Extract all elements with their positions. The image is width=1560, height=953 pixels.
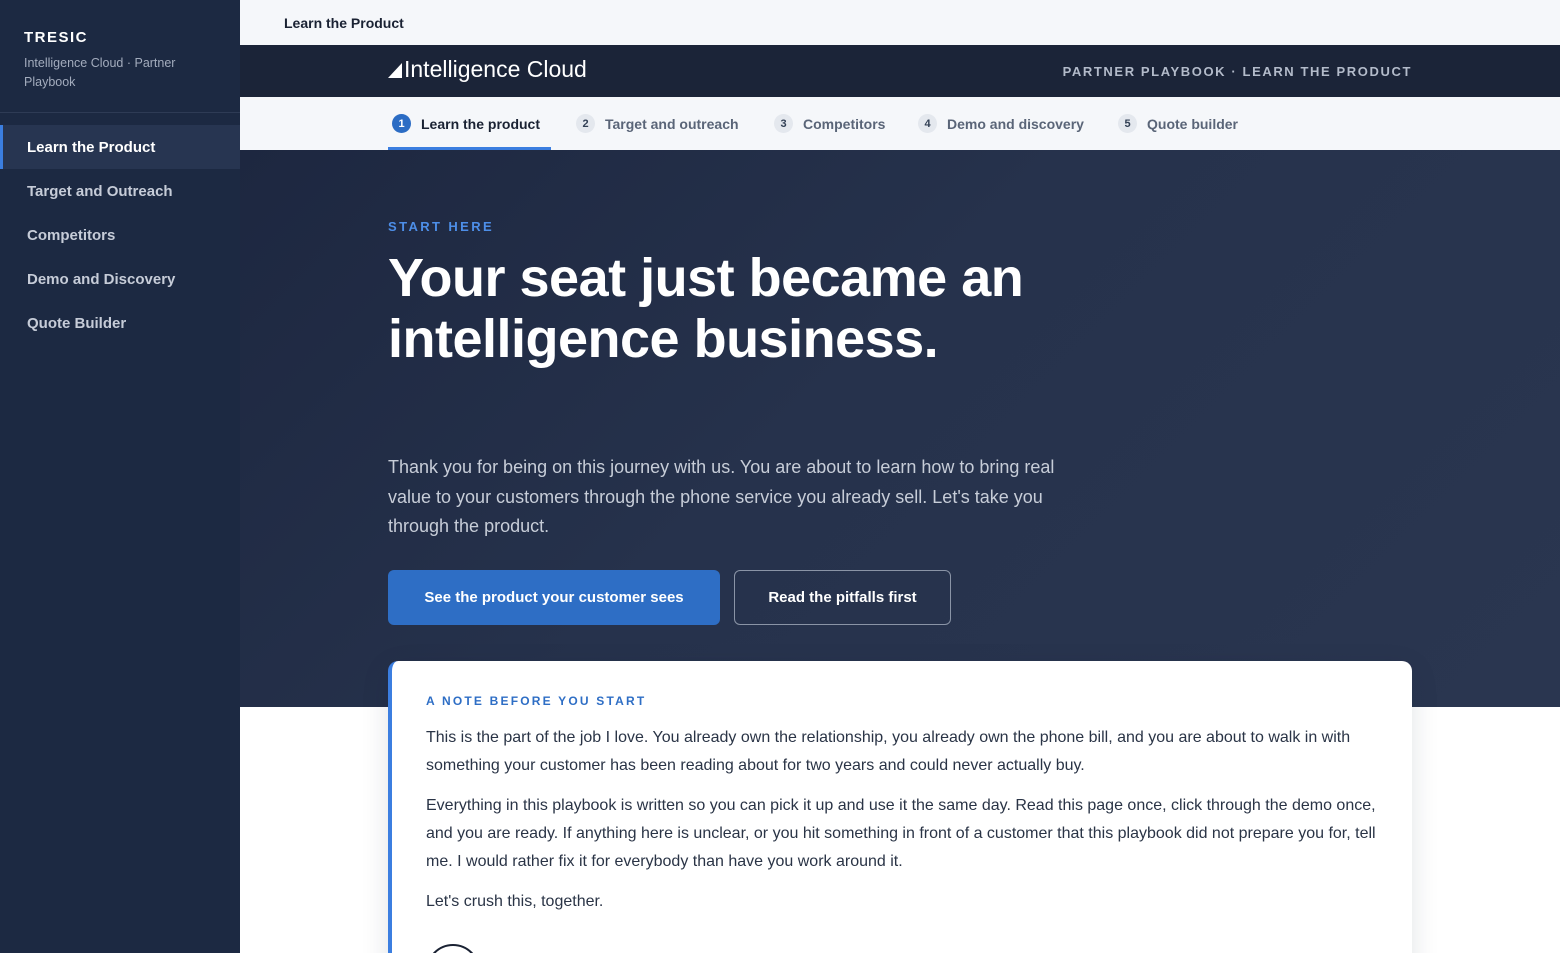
step-label: Competitors <box>803 115 886 132</box>
note-body: This is the part of the job I love. You … <box>426 724 1386 928</box>
note-eyebrow: A NOTE BEFORE YOU START <box>426 694 647 708</box>
step-number-badge: 5 <box>1118 114 1137 133</box>
see-product-button[interactable]: See the product your customer sees <box>388 570 720 625</box>
logo[interactable]: Intelligence Cloud <box>388 56 587 83</box>
step-label: Quote builder <box>1147 115 1238 132</box>
note-card: A NOTE BEFORE YOU START This is the part… <box>388 661 1412 953</box>
read-pitfalls-button[interactable]: Read the pitfalls first <box>734 570 951 625</box>
sidebar-item-competitors[interactable]: Competitors <box>0 213 240 257</box>
tab-target-and-outreach[interactable]: 2 Target and outreach <box>576 97 739 150</box>
hero-section: START HERE Your seat just became an inte… <box>240 150 1560 707</box>
note-paragraph: Let's crush this, together. <box>426 893 604 910</box>
note-paragraph: Everything in this playbook is written s… <box>426 797 1376 870</box>
tab-demo-and-discovery[interactable]: 4 Demo and discovery <box>918 97 1084 150</box>
tab-quote-builder[interactable]: 5 Quote builder <box>1118 97 1238 150</box>
step-label: Demo and discovery <box>947 115 1084 132</box>
step-label: Learn the product <box>421 115 541 132</box>
header-section-label: PARTNER PLAYBOOK · LEARN THE PRODUCT <box>1062 64 1412 79</box>
signature-avatar <box>426 944 480 953</box>
breadcrumb-bar: Learn the Product <box>240 0 1560 45</box>
logo-mark-icon <box>388 63 402 78</box>
sidebar: TRESIC Intelligence Cloud · Partner Play… <box>0 0 240 953</box>
sidebar-item-quote-builder[interactable]: Quote Builder <box>0 301 240 345</box>
logo-text: Intelligence Cloud <box>404 56 587 82</box>
step-number-badge: 1 <box>392 114 411 133</box>
note-paragraph: This is the part of the job I love. You … <box>426 729 1351 774</box>
step-number-badge: 2 <box>576 114 595 133</box>
sidebar-item-learn-the-product[interactable]: Learn the Product <box>0 125 240 169</box>
header: Intelligence Cloud PARTNER PLAYBOOK · LE… <box>240 45 1560 97</box>
tab-competitors[interactable]: 3 Competitors <box>774 97 885 150</box>
page-title: Learn the Product <box>284 14 404 31</box>
step-label: Target and outreach <box>605 115 739 132</box>
sidebar-nav: Learn the Product Target and Outreach Co… <box>0 125 240 345</box>
sidebar-item-target-and-outreach[interactable]: Target and Outreach <box>0 169 240 213</box>
step-tabs: 1 Learn the product 2 Target and outreac… <box>240 97 1560 150</box>
step-number-badge: 4 <box>918 114 937 133</box>
sidebar-item-demo-and-discovery[interactable]: Demo and Discovery <box>0 257 240 301</box>
step-number-badge: 3 <box>774 114 793 133</box>
hero-lede: Thank you for being on this journey with… <box>388 457 1055 536</box>
brand-subtitle: Intelligence Cloud · Partner Playbook <box>24 56 176 89</box>
hero-headline: Your seat just became an intelligence bu… <box>388 248 1024 369</box>
brand-block: TRESIC Intelligence Cloud · Partner Play… <box>0 0 240 113</box>
hero-eyebrow: START HERE <box>388 219 495 234</box>
tab-learn-the-product[interactable]: 1 Learn the product <box>388 97 551 150</box>
brand-name: TRESIC <box>24 29 89 46</box>
